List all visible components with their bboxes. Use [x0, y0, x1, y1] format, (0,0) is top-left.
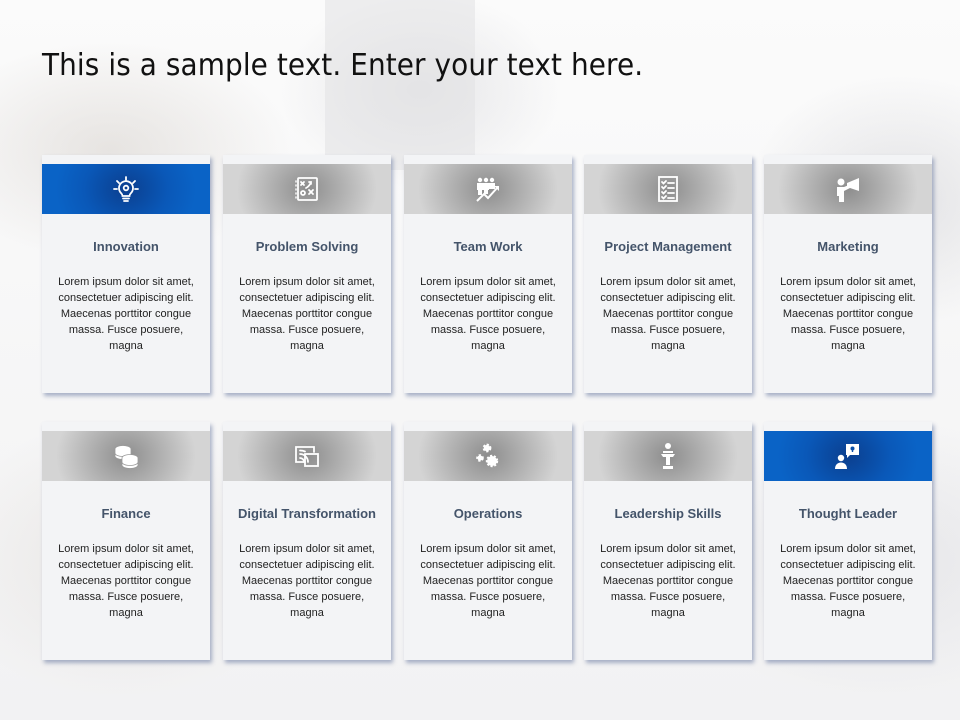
- card-heading: Innovation: [93, 239, 159, 254]
- card-header-band: [584, 431, 752, 481]
- card-digital-transformation: Digital Transformation Lorem ipsum dolor…: [223, 422, 391, 660]
- card-operations: Operations Lorem ipsum dolor sit amet, c…: [404, 422, 572, 660]
- person-idea-bubble-icon: [835, 444, 859, 469]
- card-body: Lorem ipsum dolor sit amet, consectetuer…: [780, 543, 916, 619]
- card-heading: Project Management: [604, 239, 732, 254]
- card-header-band: [223, 164, 391, 214]
- card-header-band: [584, 164, 752, 214]
- lightbulb-gear-icon: [113, 176, 139, 202]
- card-heading: Operations: [453, 506, 523, 521]
- card-finance: Finance Lorem ipsum dolor sit amet, cons…: [42, 422, 210, 660]
- coins-icon: [114, 445, 139, 469]
- card-body: Lorem ipsum dolor sit amet, consectetuer…: [780, 276, 916, 352]
- screen-cast-icon: [295, 446, 319, 467]
- card-body: Lorem ipsum dolor sit amet, consectetuer…: [600, 543, 736, 619]
- card-body: Lorem ipsum dolor sit amet, consectetuer…: [239, 276, 375, 352]
- card-body: Lorem ipsum dolor sit amet, consectetuer…: [420, 543, 556, 619]
- card-header-band: [764, 164, 932, 214]
- card-header-band: [42, 431, 210, 481]
- card-body: Lorem ipsum dolor sit amet, consectetuer…: [239, 543, 375, 619]
- card-heading: Digital Transformation: [238, 506, 376, 521]
- gears-icon: [476, 443, 499, 468]
- megaphone-person-icon: [837, 178, 859, 202]
- team-growth-icon: [476, 177, 499, 202]
- podium-speaker-icon: [661, 443, 675, 469]
- card-heading: Thought Leader: [798, 506, 898, 521]
- card-header-band: [42, 164, 210, 214]
- card-heading: Marketing: [817, 239, 879, 254]
- card-body: Lorem ipsum dolor sit amet, consectetuer…: [600, 276, 736, 352]
- card-heading: Leadership Skills: [614, 506, 722, 521]
- card-thought-leader: Thought Leader Lorem ipsum dolor sit ame…: [764, 422, 932, 660]
- strategy-board-icon: [295, 177, 318, 201]
- card-marketing: Marketing Lorem ipsum dolor sit amet, co…: [764, 155, 932, 393]
- card-innovation: Innovation Lorem ipsum dolor sit amet, c…: [42, 155, 210, 393]
- card-header-band: [764, 431, 932, 481]
- card-problem-solving: Problem Solving Lorem ipsum dolor sit am…: [223, 155, 391, 393]
- card-heading: Team Work: [453, 239, 523, 254]
- card-header-band: [223, 431, 391, 481]
- card-leadership-skills: Leadership Skills Lorem ipsum dolor sit …: [584, 422, 752, 660]
- card-body: Lorem ipsum dolor sit amet, consectetuer…: [58, 543, 194, 619]
- background-shape: [325, 0, 475, 170]
- slide-title: This is a sample text. Enter your text h…: [42, 48, 644, 83]
- card-body: Lorem ipsum dolor sit amet, consectetuer…: [420, 276, 556, 352]
- card-project-management: Project Management Lorem ipsum dolor sit…: [584, 155, 752, 393]
- card-heading: Problem Solving: [255, 239, 359, 254]
- card-body: Lorem ipsum dolor sit amet, consectetuer…: [58, 276, 194, 352]
- card-header-band: [404, 431, 572, 481]
- card-heading: Finance: [101, 506, 151, 521]
- card-header-band: [404, 164, 572, 214]
- card-team-work: Team Work Lorem ipsum dolor sit amet, co…: [404, 155, 572, 393]
- checklist-icon: [658, 176, 678, 202]
